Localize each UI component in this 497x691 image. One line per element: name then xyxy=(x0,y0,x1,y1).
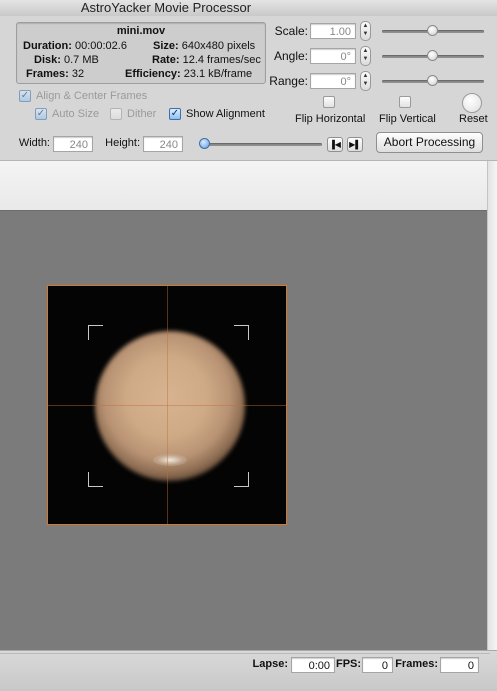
title-bar: AstroYacker Movie Processor xyxy=(0,0,497,16)
alignment-corner-top-right xyxy=(234,325,249,340)
disk-value: 0.7 MB xyxy=(63,54,99,66)
range-field[interactable]: 0° xyxy=(310,73,356,89)
scale-field[interactable]: 1.00 xyxy=(310,23,356,39)
window-title: AstroYacker Movie Processor xyxy=(80,0,252,15)
polar-cap xyxy=(153,454,187,466)
movie-filename: mini.mov xyxy=(116,25,166,37)
flip-vertical-checkbox[interactable] xyxy=(399,96,411,108)
width-label: Width: xyxy=(18,137,50,149)
alignment-corner-bottom-right xyxy=(234,472,249,487)
angle-stepper[interactable]: ▲ ▼ xyxy=(360,46,371,66)
lapse-label: Lapse: xyxy=(252,658,288,670)
crosshair-vertical xyxy=(167,286,168,524)
duration-value: 00:00:02.6 xyxy=(74,40,127,52)
frames-status-field: 0 xyxy=(440,657,479,673)
rate-label: Rate: xyxy=(152,54,180,66)
show-alignment-label: Show Alignment xyxy=(186,108,265,120)
efficiency-label: Efficiency: xyxy=(125,68,181,80)
frames-row: Frames: 32 xyxy=(26,68,84,80)
alignment-corner-top-left xyxy=(88,325,103,340)
timeline-slider-track[interactable] xyxy=(203,143,322,146)
auto-size-checkbox[interactable]: ✓ xyxy=(35,108,47,120)
flip-horizontal-label: Flip Horizontal xyxy=(295,113,366,125)
disk-row: Disk: 0.7 MB xyxy=(34,54,99,66)
range-stepper[interactable]: ▲ ▼ xyxy=(360,71,371,91)
flip-vertical-label: Flip Vertical xyxy=(379,113,436,125)
size-row: Size: 640x480 pixels xyxy=(153,40,255,52)
align-center-checkbox[interactable]: ✓ xyxy=(19,90,31,102)
angle-field[interactable]: 0° xyxy=(310,48,356,64)
dither-checkbox[interactable] xyxy=(110,108,122,120)
range-label: Range: xyxy=(269,74,308,88)
reset-button[interactable] xyxy=(462,93,482,113)
status-bar: Lapse: 0:00 FPS: 0 Frames: 0 xyxy=(0,650,497,691)
efficiency-row: Efficiency: 23.1 kB/frame xyxy=(125,68,252,80)
width-field[interactable]: 240 xyxy=(53,136,93,152)
duration-row: Duration: 00:00:02.6 xyxy=(23,40,127,52)
top-pane xyxy=(0,161,497,210)
frames-status-label: Frames: xyxy=(395,658,438,670)
show-alignment-checkbox[interactable]: ✓ xyxy=(169,108,181,120)
next-frame-button[interactable]: ▶▌ xyxy=(347,137,363,152)
movie-info-box: mini.mov Duration: 00:00:02.6 Disk: 0.7 … xyxy=(16,22,266,84)
previous-frame-button[interactable]: ▐◀ xyxy=(327,137,343,152)
scale-slider-knob[interactable] xyxy=(427,25,438,36)
alignment-corner-bottom-left xyxy=(88,472,103,487)
scale-label: Scale: xyxy=(274,24,308,38)
disk-label: Disk: xyxy=(34,54,61,66)
reset-label: Reset xyxy=(459,113,488,125)
height-field[interactable]: 240 xyxy=(143,136,183,152)
vertical-scrollbar[interactable] xyxy=(487,161,497,650)
abort-processing-button[interactable]: Abort Processing xyxy=(376,132,483,153)
dither-label: Dither xyxy=(127,108,157,120)
frames-label: Frames: xyxy=(26,68,69,80)
angle-label: Angle: xyxy=(273,49,308,63)
duration-label: Duration: xyxy=(23,40,72,52)
angle-slider-knob[interactable] xyxy=(427,50,438,61)
size-label: Size: xyxy=(153,40,179,52)
status-divider xyxy=(0,653,490,654)
range-slider-knob[interactable] xyxy=(427,75,438,86)
frames-value: 32 xyxy=(71,68,85,80)
efficiency-value: 23.1 kB/frame xyxy=(183,68,253,80)
size-value: 640x480 pixels xyxy=(181,40,256,52)
fps-field: 0 xyxy=(362,657,393,673)
scale-stepper[interactable]: ▲ ▼ xyxy=(360,21,371,41)
flip-horizontal-checkbox[interactable] xyxy=(323,96,335,108)
lapse-field: 0:00 xyxy=(291,657,335,673)
timeline-slider-knob[interactable] xyxy=(199,138,210,149)
rate-row: Rate: 12.4 frames/sec xyxy=(152,54,261,66)
align-center-label: Align & Center Frames xyxy=(36,90,148,102)
fps-label: FPS: xyxy=(336,658,362,670)
rate-value: 12.4 frames/sec xyxy=(182,54,261,66)
height-label: Height: xyxy=(105,137,140,149)
aligned-frame-preview xyxy=(47,285,287,525)
auto-size-label: Auto Size xyxy=(52,108,100,120)
